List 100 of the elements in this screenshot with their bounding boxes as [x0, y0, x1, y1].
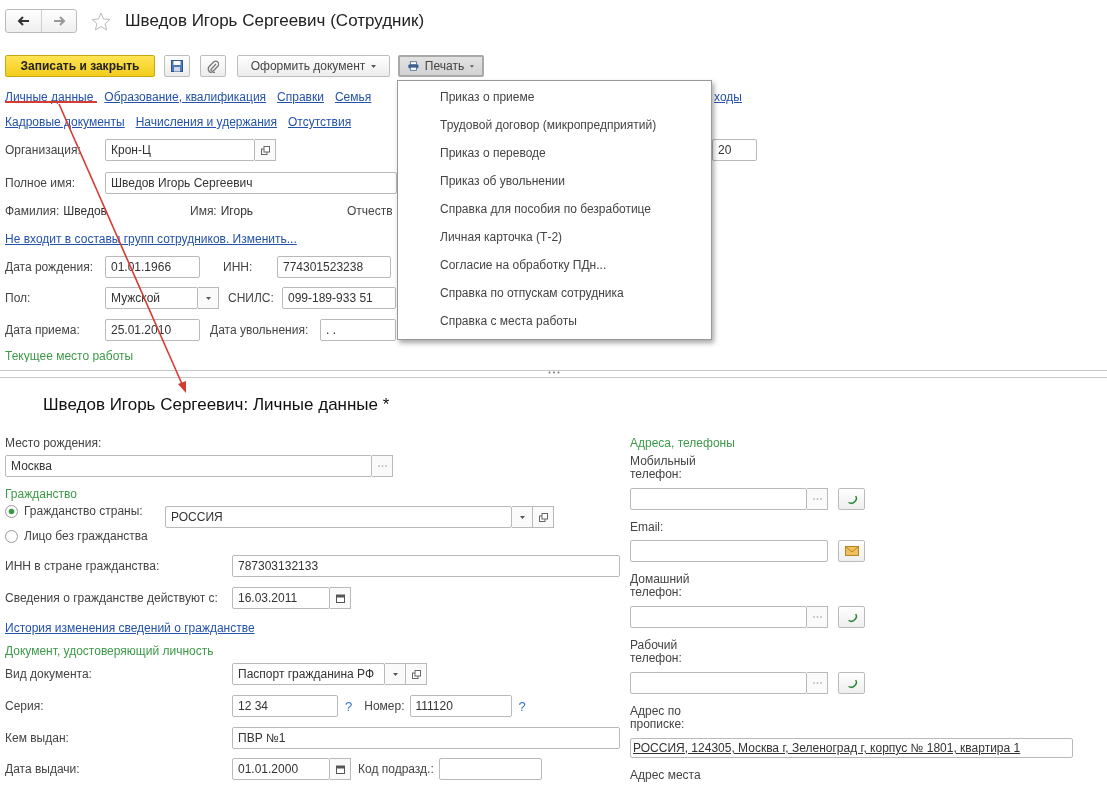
input-field[interactable]: 111120 [409, 695, 512, 717]
menu-item[interactable]: Трудовой договор (микропредприятий) [398, 111, 711, 139]
phone-icon [845, 493, 858, 505]
calendar-button[interactable] [330, 587, 351, 609]
input-field[interactable] [630, 672, 807, 694]
input-field[interactable]: 01.01.2000 [232, 758, 330, 780]
call-button[interactable] [838, 672, 865, 694]
input-field[interactable] [438, 758, 542, 780]
field-label: Дата увольнения: [210, 323, 310, 337]
input-field[interactable]: Паспорт гражданина РФ [232, 663, 385, 685]
open-button[interactable] [533, 506, 554, 528]
field-label: Домашний телефон: [630, 573, 691, 599]
field-label: Код подразд.: [358, 762, 434, 776]
star-icon[interactable] [91, 11, 111, 31]
input-field[interactable]: 16.03.2011 [232, 587, 330, 609]
menu-item[interactable]: Справка для пособия по безработице [398, 195, 711, 223]
group-heading: Гражданство [5, 487, 77, 501]
field-label: Дата рождения: [5, 260, 94, 274]
calendar-icon [335, 593, 345, 603]
section-link[interactable]: Семья [334, 90, 372, 104]
radio-label: Лицо без гражданства [24, 529, 148, 543]
section-link[interactable]: ходы [714, 90, 742, 104]
menu-item[interactable]: Приказ о приеме [398, 83, 711, 111]
name-value: Игорь [220, 204, 254, 218]
arrow-right-icon [52, 16, 66, 26]
call-button[interactable] [838, 488, 865, 510]
field-label: Вид документа: [5, 667, 93, 681]
email-button[interactable] [838, 540, 865, 562]
paperclip-icon [207, 59, 219, 73]
caret-icon [470, 64, 474, 68]
section-link[interactable]: Отсутствия [288, 115, 352, 129]
help-link[interactable]: ? [345, 698, 353, 714]
input-field[interactable]: РОССИЯ [165, 506, 512, 528]
field-label: Мобильный телефон: [630, 455, 697, 481]
open-button[interactable] [255, 139, 276, 161]
printer-icon [408, 60, 419, 72]
field-label: Кем выдан: [5, 731, 70, 745]
menu-item[interactable]: Приказ об увольнении [398, 167, 711, 195]
input-field[interactable]: 20 [712, 139, 757, 161]
address-field[interactable]: РОССИЯ, 124305, Москва г, Зеленоград г, корпус № 1801, квартира 1 [630, 738, 1073, 758]
menu-item[interactable]: Справка по отпускам сотрудника [398, 279, 711, 307]
name-value: Шведов [63, 204, 107, 218]
field-label: Рабочий телефон: [630, 639, 683, 665]
radio-label: Гражданство страны: [24, 504, 143, 518]
input-field[interactable]: . . [320, 319, 396, 341]
radio-button[interactable] [5, 529, 18, 543]
input-field[interactable]: 12 34 [232, 695, 338, 717]
input-field[interactable]: Москва [5, 455, 372, 477]
splitter-grip-icon [547, 371, 560, 374]
input-field[interactable]: 774301523238 [277, 256, 391, 278]
call-button[interactable] [838, 606, 865, 628]
section-link[interactable]: Образование, квалификация [104, 90, 267, 104]
group-heading: Адреса, телефоны [630, 436, 735, 450]
open-button[interactable] [406, 663, 427, 685]
field-label: Номер: [364, 699, 405, 713]
copy-icon [260, 145, 270, 155]
section-link[interactable]: Начисления и удержания [135, 115, 277, 129]
menu-item[interactable]: Согласие на обработку ПДн... [398, 251, 711, 279]
field-label: Серия: [5, 699, 45, 713]
select-button[interactable] [372, 455, 393, 477]
menu-item[interactable]: Справка с места работы [398, 307, 711, 335]
input-field[interactable]: ПВР №1 [232, 727, 620, 749]
field-label: Дата выдачи: [5, 762, 81, 776]
group-heading: Текущее место работы [5, 349, 134, 362]
select-button[interactable] [807, 488, 828, 510]
input-field[interactable]: 787303132133 [232, 555, 620, 577]
save-button[interactable] [164, 55, 190, 77]
input-field[interactable] [630, 488, 807, 510]
calendar-icon [335, 764, 345, 774]
arrow-left-icon [17, 16, 30, 26]
phone-icon [845, 611, 858, 623]
caret-icon [519, 515, 525, 519]
caret-icon [205, 296, 211, 300]
input-field[interactable] [630, 540, 828, 562]
select-button[interactable] [807, 606, 828, 628]
section-link[interactable]: Справки [277, 90, 324, 104]
input-field[interactable]: Шведов Игорь Сергеевич [105, 172, 397, 194]
caret-icon [392, 672, 398, 676]
window-title: Шведов Игорь Сергеевич (Сотрудник) [125, 11, 425, 31]
radio-button[interactable] [5, 504, 18, 518]
calendar-button[interactable] [330, 758, 351, 780]
field-label: Отчеств [347, 204, 393, 218]
form-title: Шведов Игорь Сергеевич: Личные данные * [43, 395, 391, 415]
create-document-button[interactable]: Оформить документ [237, 55, 390, 77]
input-field[interactable]: 099-189-933 51 [282, 287, 396, 309]
menu-item[interactable]: Личная карточка (Т-2) [398, 223, 711, 251]
section-link[interactable]: Личные данные [5, 90, 94, 104]
field-label: Полное имя: [5, 176, 77, 190]
select-button[interactable] [807, 672, 828, 694]
input-field[interactable]: Крон-Ц [105, 139, 255, 161]
history-link[interactable]: История изменения сведений о гражданстве [5, 621, 255, 635]
input-field[interactable] [630, 606, 807, 628]
attach-button[interactable] [200, 55, 226, 77]
help-link[interactable]: ? [518, 698, 526, 714]
field-label: Дата приема: [5, 323, 81, 337]
dropdown-button[interactable] [198, 287, 219, 309]
copy-icon [538, 512, 548, 522]
print-button[interactable]: Печать [398, 55, 484, 77]
menu-item[interactable]: Приказ о переводе [398, 139, 711, 167]
save-close-button[interactable]: Записать и закрыть [5, 55, 155, 77]
